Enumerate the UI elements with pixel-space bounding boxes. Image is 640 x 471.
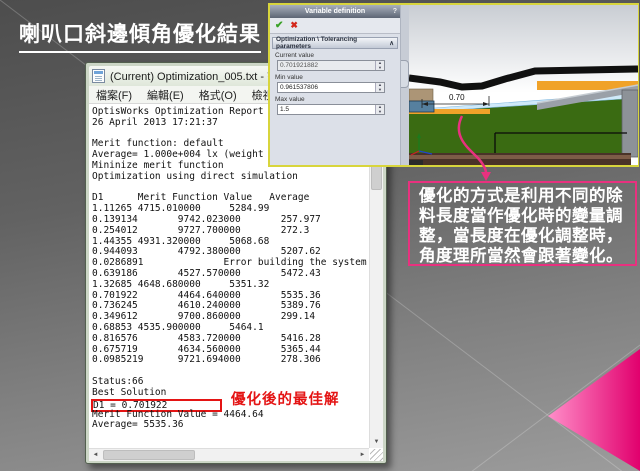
spinner[interactable]: ▲▼ (375, 105, 384, 114)
blue-block (409, 101, 434, 112)
spinner-down-icon[interactable]: ▼ (376, 110, 384, 115)
dialog-title: Variable definition (305, 8, 365, 15)
status-label (409, 160, 423, 165)
section-label: Optimization \ Tolerancing parameters (276, 36, 389, 50)
current-value-field: Current value 0.701921882 ▲▼ (270, 52, 400, 71)
current-value-input: 0.701921882 ▲▼ (277, 60, 385, 71)
cad-view: 0.70 (409, 5, 638, 165)
min-value-field: Min value 0.961537806 ▲▼ (270, 74, 400, 93)
note-text-box: 優化的方式是利用不同的除 料長度當作優化時的變量調 整，當長度在優化調整時， 角… (408, 181, 637, 266)
scroll-down-icon[interactable]: ▼ (370, 436, 383, 448)
cad-screenshot-frame: Variable definition ? ✔ ✖ Optimization \… (268, 3, 639, 167)
page-title: 喇叭口斜邊傾角優化結果 (19, 18, 261, 53)
variable-definition-dialog: Variable definition ? ✔ ✖ Optimization \… (270, 5, 400, 165)
note-line: 優化的方式是利用不同的除 (419, 186, 635, 206)
dialog-title-bar[interactable]: Variable definition ? (270, 5, 400, 18)
collapse-chevron-icon[interactable]: ∧ (389, 39, 394, 47)
max-value-label: Max value (275, 96, 400, 103)
menu-edit[interactable]: 編輯(E) (147, 87, 184, 103)
max-value-field: Max value 1.5 ▲▼ (270, 96, 400, 115)
note-line: 整，當長度在優化調整時， (419, 226, 635, 246)
dimension-value: 0.70 (449, 93, 465, 102)
parameters-section-header[interactable]: Optimization \ Tolerancing parameters ∧ (272, 37, 398, 49)
help-icon[interactable]: ? (393, 5, 397, 18)
menu-file[interactable]: 檔案(F) (96, 87, 132, 103)
cancel-x-icon[interactable]: ✖ (290, 21, 298, 30)
spinner[interactable]: ▲▼ (375, 83, 384, 92)
scroll-left-icon[interactable]: ◄ (89, 449, 102, 461)
horizontal-scroll-thumb[interactable] (103, 450, 195, 460)
splitter-handle[interactable] (401, 60, 409, 88)
spinner-down-icon[interactable]: ▼ (376, 88, 384, 93)
min-value-label: Min value (275, 74, 400, 81)
scroll-right-icon[interactable]: ► (356, 449, 369, 461)
current-value-label: Current value (275, 52, 400, 59)
best-solution-row: D1 = 0.701922優化後的最佳解 (89, 399, 369, 410)
min-value-input[interactable]: 0.961537806 ▲▼ (277, 82, 385, 93)
cad-viewport[interactable]: 0.70 (409, 5, 638, 165)
resize-grip[interactable] (370, 449, 383, 461)
panel-splitter[interactable] (400, 5, 409, 165)
corner-triangle-decoration (548, 349, 640, 471)
spinner-down-icon[interactable]: ▼ (376, 66, 384, 71)
tan-block (409, 89, 433, 101)
horizontal-scrollbar[interactable]: ◄ ► (89, 448, 369, 461)
max-value-input[interactable]: 1.5 ▲▼ (277, 104, 385, 115)
note-line: 料長度當作優化時的變量調 (419, 206, 635, 226)
arrowhead-icon (481, 172, 491, 181)
menu-format[interactable]: 格式(O) (199, 87, 237, 103)
dialog-toolbar: ✔ ✖ (270, 18, 400, 34)
slide: 喇叭口斜邊傾角優化結果 (Current) Optimization_005.t… (0, 0, 640, 471)
best-solution-annotation: 優化後的最佳解 (231, 392, 340, 408)
right-structure (622, 90, 638, 157)
spinner[interactable]: ▲▼ (375, 61, 384, 70)
report-bottom-lines: Merit Function Value = 4464.64 Average= … (89, 410, 369, 432)
ok-check-icon[interactable]: ✔ (275, 21, 283, 31)
note-line: 角度理所當然會跟著變化。 (419, 246, 635, 266)
notepad-icon (92, 69, 105, 83)
